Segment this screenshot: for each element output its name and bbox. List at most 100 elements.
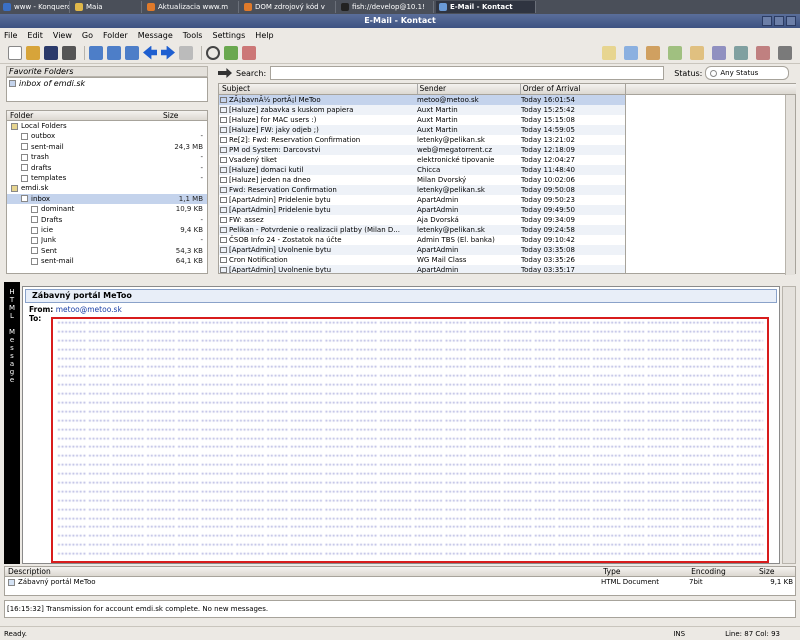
description-column-header[interactable]: Description xyxy=(8,567,603,576)
folder-size: 9,4 KB xyxy=(180,225,203,234)
reply-icon[interactable] xyxy=(89,45,103,60)
viewer-scrollbar[interactable] xyxy=(782,286,796,564)
filter-icon[interactable] xyxy=(242,45,256,60)
message-subject-cell: ČSOB Info 24 - Zostatok na účte xyxy=(229,236,342,244)
folder-item[interactable]: outbox - xyxy=(7,131,207,141)
print-icon[interactable] xyxy=(62,45,76,60)
message-row[interactable]: FW: assez Aja Dvorská Today 09:34:09 xyxy=(219,215,625,225)
news-icon[interactable] xyxy=(734,46,748,60)
folder-item[interactable]: templates - xyxy=(7,173,207,183)
menu-view[interactable]: View xyxy=(53,31,72,40)
message-row[interactable]: Cron Notification WG Mail Class Today 03:3… xyxy=(219,255,625,265)
taskbar-item[interactable]: www - Konqueror xyxy=(0,1,70,13)
status-filter-dropdown[interactable]: Any Status xyxy=(705,66,790,80)
journal-icon[interactable] xyxy=(690,46,704,60)
folder-item[interactable]: trash - xyxy=(7,152,207,162)
folder-item[interactable]: dominant 10,9 KB xyxy=(7,204,207,214)
redacted-line: •••••••• •••••• ••••••••• •••••••• •••••… xyxy=(57,523,763,532)
message-row[interactable]: [ApartAdmin] Pridelenie bytu ApartAdmin To… xyxy=(219,205,625,215)
size-column-header-attach[interactable]: Size xyxy=(759,567,795,576)
taskbar-item[interactable]: Maia xyxy=(72,1,142,13)
folder-item[interactable]: Sent 54,3 KB xyxy=(7,246,207,256)
folder-item[interactable]: sent-mail 64,1 KB xyxy=(7,256,207,266)
encoding-column-header[interactable]: Encoding xyxy=(691,567,759,576)
message-row[interactable]: [Haluze] domaci kutil Chicca Today 11:48:4… xyxy=(219,165,625,175)
folder-column-header[interactable]: Folder xyxy=(10,111,163,120)
forward-icon[interactable] xyxy=(125,45,139,60)
sender-column-header[interactable]: Sender xyxy=(416,84,520,94)
size-column-header[interactable]: Size xyxy=(163,111,207,120)
menu-help[interactable]: Help xyxy=(255,31,273,40)
from-value[interactable]: metoo@metoo.sk xyxy=(56,305,122,314)
reply-all-icon[interactable] xyxy=(107,45,121,60)
attachment-row[interactable]: Zábavný portál MeToo HTML Document 7bit … xyxy=(5,577,795,587)
folder-item[interactable]: inbox 1,1 MB xyxy=(7,193,207,205)
calendar-icon[interactable] xyxy=(646,46,660,60)
taskbar-item[interactable]: Aktualizacia www.m xyxy=(144,1,239,13)
menu-settings[interactable]: Settings xyxy=(212,31,245,40)
folder-item[interactable]: sent-mail 24,3 MB xyxy=(7,142,207,152)
contacts-icon[interactable] xyxy=(624,46,638,60)
subject-column-header[interactable]: Subject xyxy=(222,84,417,94)
message-row[interactable]: [ApartAdmin] Pridelenie bytu ApartAdmin To… xyxy=(219,195,625,205)
list-scrollbar[interactable] xyxy=(785,95,795,275)
todo-icon[interactable] xyxy=(668,46,682,60)
save-icon[interactable] xyxy=(44,45,58,60)
message-list-scroll-area[interactable] xyxy=(626,83,796,275)
get-mail-icon[interactable] xyxy=(26,45,40,60)
folder-item[interactable]: Junk - xyxy=(7,235,207,245)
menu-file[interactable]: File xyxy=(4,31,17,40)
folder-item[interactable]: Local Folders xyxy=(7,121,207,131)
message-sender-cell: Auxt Martin xyxy=(417,116,458,124)
envelope-icon xyxy=(220,227,227,233)
trash-icon[interactable] xyxy=(179,45,193,60)
search-input[interactable] xyxy=(270,66,665,80)
notes-icon[interactable] xyxy=(712,46,726,60)
folder-name: Local Folders xyxy=(21,122,67,130)
menu-edit[interactable]: Edit xyxy=(27,31,43,40)
sidebar-char: L xyxy=(10,312,14,320)
feeds-icon[interactable] xyxy=(756,46,770,60)
search-icon[interactable] xyxy=(206,45,220,60)
message-row[interactable]: [ApartAdmin] Uvolnenie bytu ApartAdmin Tod… xyxy=(219,245,625,255)
message-row[interactable]: [Haluze] zabavka s kuskom papiera Auxt Ma… xyxy=(219,105,625,115)
menu-go[interactable]: Go xyxy=(82,31,93,40)
firefox-icon xyxy=(147,3,155,11)
taskbar-item[interactable]: E-Mail - Kontact xyxy=(436,1,536,13)
message-row[interactable]: Re[2]: Fwd: Reservation Confirmation lete… xyxy=(219,135,625,145)
arrow-left-icon[interactable] xyxy=(143,45,157,60)
menu-message[interactable]: Message xyxy=(138,31,173,40)
clear-search-icon[interactable] xyxy=(218,68,232,78)
favorite-inbox[interactable]: inbox of emdi.sk xyxy=(7,78,207,88)
new-message-icon[interactable] xyxy=(8,45,22,60)
message-row[interactable]: Vsadený tiket elektronické tipovanie Today… xyxy=(219,155,625,165)
message-row[interactable]: Pelikan - Potvrdenie o realizacii platby… xyxy=(219,225,625,235)
message-row[interactable]: [Haluze] jeden na dneo Milan Dvorský Today… xyxy=(219,175,625,185)
message-row[interactable]: [ApartAdmin] Uvolnenie bytu ApartAdmin Tod… xyxy=(219,265,625,273)
message-row[interactable]: Fwd: Reservation Confirmation letenky@pel… xyxy=(219,185,625,195)
favorites-header: Favorite Folders xyxy=(6,66,208,77)
folder-item[interactable]: icie 9,4 KB xyxy=(7,225,207,235)
address-book-icon[interactable] xyxy=(224,45,238,60)
folder-item[interactable]: Drafts - xyxy=(7,215,207,225)
minimize-button[interactable] xyxy=(762,16,772,26)
arrow-right-icon[interactable] xyxy=(161,45,175,60)
close-button[interactable] xyxy=(786,16,796,26)
date-column-header[interactable]: Order of Arrival xyxy=(519,84,625,94)
menu-tools[interactable]: Tools xyxy=(183,31,203,40)
message-row[interactable]: ČSOB Info 24 - Zostatok na účte Admin TBS… xyxy=(219,235,625,245)
mail-icon[interactable] xyxy=(602,46,616,60)
folder-item[interactable]: drafts - xyxy=(7,163,207,173)
sync-icon[interactable] xyxy=(778,46,792,60)
message-row[interactable]: ZÃ¡bavnÃ½ portÃ¡l MeToo metoo@metoo.sk Tod… xyxy=(219,95,625,105)
menu-folder[interactable]: Folder xyxy=(103,31,128,40)
taskbar-item[interactable]: DOM zdrojový kód v xyxy=(241,1,336,13)
message-row[interactable]: PM od System: Darcovstvi web@megatorrent.… xyxy=(219,145,625,155)
type-column-header[interactable]: Type xyxy=(603,567,691,576)
message-row[interactable]: [Haluze] FW: jaky odjeb ;) Auxt Martin Tod… xyxy=(219,125,625,135)
maximize-button[interactable] xyxy=(774,16,784,26)
folder-item[interactable]: emdi.sk xyxy=(7,183,207,193)
message-row[interactable]: [Haluze] for MAC users :) Auxt Martin Toda… xyxy=(219,115,625,125)
taskbar-item[interactable]: fish://develop@10.1! xyxy=(338,1,434,13)
window-title: E-Mail - Kontact xyxy=(364,16,436,25)
